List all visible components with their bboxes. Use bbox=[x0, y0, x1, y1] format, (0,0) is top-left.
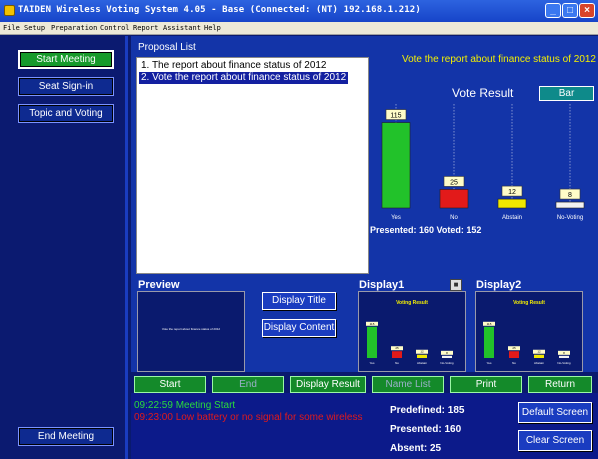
display-content-button[interactable]: Display Content bbox=[262, 319, 336, 337]
clear-screen-button[interactable]: Clear Screen bbox=[518, 430, 592, 451]
menu-preparation[interactable]: Preparation bbox=[51, 24, 97, 32]
window-title: TAIDEN Wireless Voting System 4.05 - Bas… bbox=[18, 5, 421, 15]
menu-setup[interactable]: Setup bbox=[24, 24, 45, 32]
start-meeting-button[interactable]: Start Meeting bbox=[18, 50, 114, 69]
value-label: 25 bbox=[450, 179, 458, 186]
log-line: 09:22:59 Meeting Start bbox=[134, 400, 236, 411]
category-label: Abstain bbox=[502, 215, 522, 221]
mini-bar bbox=[417, 354, 427, 358]
menu-file[interactable]: File bbox=[3, 24, 20, 32]
mini-bar bbox=[484, 326, 494, 358]
value-label: 8 bbox=[568, 192, 572, 199]
predefined-count: Predefined: 185 bbox=[390, 405, 465, 416]
monitor-icon[interactable]: ■ bbox=[450, 279, 462, 291]
return-button[interactable]: Return bbox=[528, 376, 592, 393]
mini-value-label: 25 bbox=[395, 346, 399, 350]
app-icon bbox=[4, 5, 15, 16]
bar bbox=[439, 189, 469, 209]
mini-value-label: 12 bbox=[420, 350, 424, 354]
title-bar: TAIDEN Wireless Voting System 4.05 - Bas… bbox=[0, 0, 598, 22]
proposal-item[interactable]: 1. The report about finance status of 20… bbox=[139, 60, 329, 72]
maximize-button[interactable]: □ bbox=[562, 3, 578, 18]
menu-control[interactable]: Control bbox=[100, 24, 130, 32]
mini-category-label: Abstain bbox=[417, 361, 427, 365]
mini-category-label: No bbox=[512, 361, 516, 365]
mini-value-label: 12 bbox=[537, 350, 541, 354]
bar bbox=[555, 201, 585, 209]
bar bbox=[381, 122, 411, 209]
seat-signin-button[interactable]: Seat Sign-in bbox=[18, 77, 114, 96]
display-title-button[interactable]: Display Title bbox=[262, 292, 336, 310]
preview-label: Preview bbox=[138, 279, 180, 291]
vote-topic-title: Vote the report about finance status of … bbox=[401, 54, 596, 65]
display2-chart: 115Yes25No12Abstain8No-Voting bbox=[483, 321, 571, 365]
menu-bar: File Setup Preparation Control Report As… bbox=[0, 22, 598, 35]
print-button[interactable]: Print bbox=[450, 376, 522, 393]
mini-value-label: 25 bbox=[512, 346, 516, 350]
end-meeting-button[interactable]: End Meeting bbox=[18, 427, 114, 446]
mini-bar bbox=[367, 326, 377, 358]
display1-chart: 115Yes25No12Abstain8No-Voting bbox=[366, 321, 454, 365]
bar bbox=[497, 198, 527, 209]
end-button[interactable]: End bbox=[212, 376, 284, 393]
mini-bar bbox=[392, 351, 402, 358]
display1-screen: Voting Result 115 Yes 25 No 12 Abstain 8 No-Vot… bbox=[358, 291, 466, 372]
preview-text: Vote the report about finance status of … bbox=[161, 327, 221, 331]
display1-title: Voting Result bbox=[396, 300, 428, 306]
mini-category-label: Yes bbox=[487, 361, 492, 365]
mini-category-label: Abstain bbox=[534, 361, 544, 365]
menu-report[interactable]: Report bbox=[133, 24, 158, 32]
mini-category-label: No-Voting bbox=[557, 361, 571, 365]
proposal-list-label: Proposal List bbox=[138, 42, 196, 53]
mini-bar bbox=[534, 354, 544, 358]
presented-count: Presented: 160 bbox=[390, 424, 462, 435]
mini-bar bbox=[559, 355, 569, 358]
minimize-button[interactable]: _ bbox=[545, 3, 561, 18]
display1-label: Display1 bbox=[359, 279, 405, 291]
display2-screen: Voting Result 115 Yes 25 No 12 Abstain 8 No-Vot… bbox=[475, 291, 583, 372]
value-label: 115 bbox=[390, 113, 401, 120]
value-label: 12 bbox=[508, 189, 516, 196]
bar-view-button[interactable]: Bar bbox=[539, 86, 594, 101]
start-button[interactable]: Start bbox=[134, 376, 206, 393]
preview-screen: Vote the report about finance status of … bbox=[137, 291, 245, 372]
mini-value-label: 115 bbox=[370, 322, 375, 326]
vote-result-chart: 115 Yes 25 No 12 Abstain 8 No-Voting bbox=[381, 104, 585, 221]
display-result-button[interactable]: Display Result bbox=[290, 376, 366, 393]
proposal-item-selected[interactable]: 2. Vote the report about finance status … bbox=[139, 72, 349, 84]
mini-category-label: Yes bbox=[370, 361, 375, 365]
mini-value-label: 115 bbox=[487, 322, 492, 326]
display2-title: Voting Result bbox=[513, 300, 545, 306]
category-label: No-Voting bbox=[557, 215, 583, 221]
name-list-button[interactable]: Name List bbox=[372, 376, 444, 393]
absent-count: Absent: 25 bbox=[390, 443, 442, 454]
log-line-warning: 09:23:00 Low battery or no signal for so… bbox=[134, 412, 363, 423]
mini-bar bbox=[509, 351, 519, 358]
mini-bar bbox=[442, 355, 452, 358]
topic-voting-button[interactable]: Topic and Voting bbox=[18, 104, 114, 123]
default-screen-button[interactable]: Default Screen bbox=[518, 402, 592, 423]
vote-stats: Presented: 160 Voted: 152 bbox=[370, 225, 482, 235]
menu-help[interactable]: Help bbox=[204, 24, 221, 32]
display2-label: Display2 bbox=[476, 279, 522, 291]
close-button[interactable]: × bbox=[579, 3, 595, 18]
mini-category-label: No-Voting bbox=[440, 361, 454, 365]
category-label: No bbox=[450, 215, 458, 221]
category-label: Yes bbox=[391, 215, 401, 221]
menu-assistant[interactable]: Assistant bbox=[163, 24, 201, 32]
proposal-list[interactable]: 1. The report about finance status of 20… bbox=[136, 57, 369, 274]
mini-category-label: No bbox=[395, 361, 399, 365]
sidebar bbox=[0, 36, 128, 459]
vote-result-label: Vote Result bbox=[452, 86, 514, 100]
